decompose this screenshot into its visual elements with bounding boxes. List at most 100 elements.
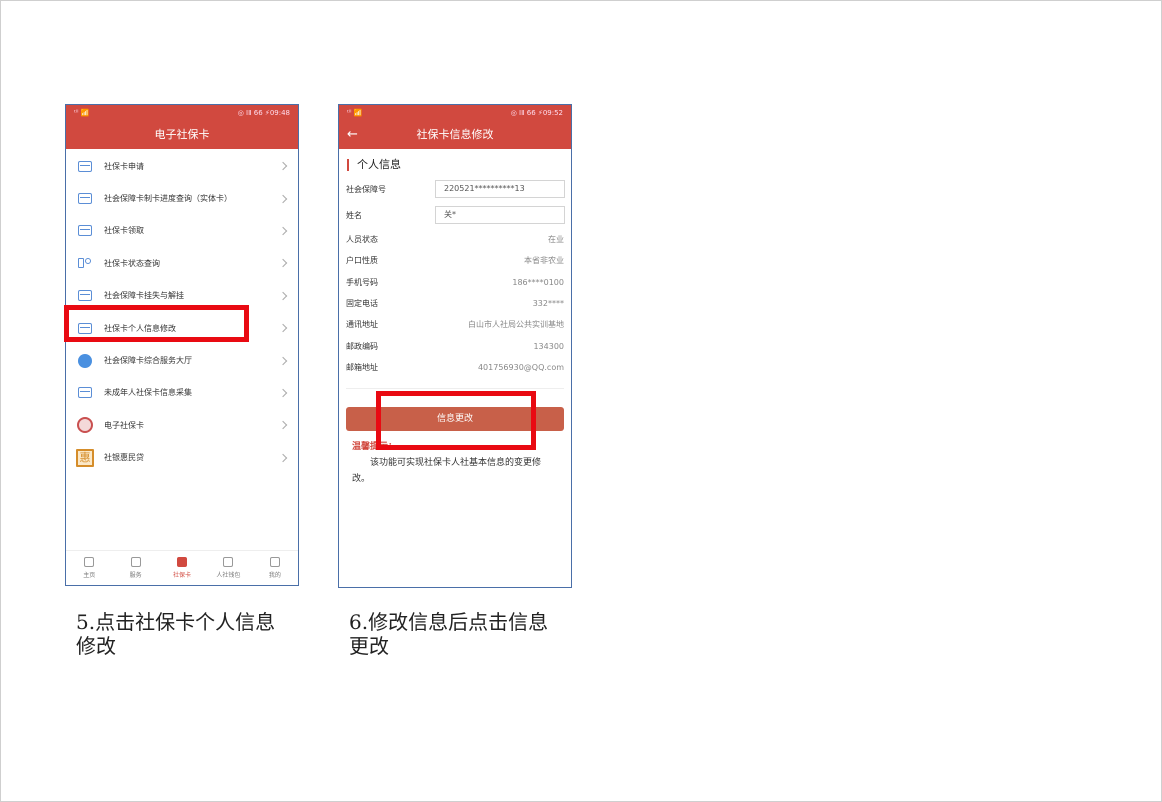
- page-title: 电子社保卡: [154, 128, 210, 141]
- tab-wallet[interactable]: 人社钱包: [205, 551, 251, 585]
- menu-item-label: 未成年人社保卡信息采集: [104, 388, 192, 398]
- back-arrow-icon[interactable]: ←: [347, 121, 358, 149]
- chevron-right-icon: [278, 453, 288, 462]
- info-label: 人员状态: [346, 235, 378, 245]
- phone-screenshot-info-edit: ᵗˡˡ 📶 ◎ ⅠⅡ 66 ⚡09:52 ← 社保卡信息修改 个人信息 社会保障…: [338, 104, 572, 588]
- menu-item-label: 电子社保卡: [104, 420, 144, 430]
- info-rows: 人员状态 在业 户口性质 本省非农业 手机号码 186****0100 固定电话 332…: [339, 229, 571, 378]
- chevron-right-icon: [278, 388, 288, 398]
- status-time: ◎ ⅠⅡ 66 ⚡09:52: [510, 109, 563, 117]
- card-icon: [78, 160, 92, 172]
- info-row: 通讯地址 白山市人社局公共实训基地: [339, 314, 571, 335]
- chevron-right-icon: [278, 161, 288, 171]
- home-icon: [84, 557, 95, 567]
- menu-item-label: 社会保障卡综合服务大厅: [104, 356, 192, 366]
- highlight-box-info-change-button: [376, 391, 536, 450]
- chevron-right-icon: [278, 421, 288, 430]
- tab-label: 服务: [129, 572, 142, 579]
- info-label: 手机号码: [346, 277, 378, 287]
- menu-item-loan[interactable]: 惠社银惠民贷: [66, 442, 298, 474]
- chevron-right-icon: [278, 291, 288, 300]
- page-title: 社保卡信息修改: [416, 128, 494, 141]
- tab-label: 我的: [268, 572, 281, 579]
- chevron-right-icon: [278, 226, 288, 236]
- menu-item-label: 社银惠民贷: [104, 453, 144, 463]
- seal-icon: [77, 417, 93, 434]
- field-label: 姓名: [346, 210, 362, 220]
- status-bar: ᵗˡˡ 📶 ◎ ⅠⅡ 66 ⚡09:52: [339, 105, 571, 121]
- card-tab-icon: [177, 557, 188, 567]
- info-row: 固定电话 332****: [339, 293, 571, 314]
- menu-item-service-hall[interactable]: 社会保障卡综合服务大厅: [66, 344, 298, 376]
- chevron-right-icon: [278, 323, 288, 333]
- highlight-box-personal-info-edit: [64, 305, 249, 342]
- info-value: 134300: [533, 341, 564, 351]
- menu-item-label: 社保卡领取: [104, 226, 144, 236]
- section-title: 个人信息: [347, 159, 571, 171]
- tips-body: 该功能可实现社保卡人社基本信息的变更修改。: [352, 458, 542, 485]
- app-header: ᵗˡˡ 📶 ◎ ⅠⅡ 66 ⚡09:48 电子社保卡: [66, 105, 298, 149]
- info-value: 在业: [548, 235, 564, 245]
- info-label: 邮政编码: [346, 341, 378, 351]
- form-row-ssn: 社会保障号 220521**********13: [339, 177, 571, 201]
- wallet-icon: [223, 557, 234, 567]
- info-value: 401756930@QQ.com: [477, 362, 564, 372]
- info-row: 户口性质 本省非农业: [339, 250, 571, 271]
- info-value: 白山市人社局公共实训基地: [468, 320, 564, 330]
- chevron-right-icon: [278, 259, 288, 268]
- info-value: 332****: [532, 299, 564, 309]
- menu-item-label: 社保卡状态查询: [104, 258, 160, 268]
- card-list-icon: [78, 193, 92, 205]
- card-lock-icon: [78, 290, 92, 302]
- info-label: 邮箱地址: [346, 362, 378, 372]
- menu-item-card-collect[interactable]: 社保卡领取: [66, 215, 298, 247]
- card-icon: [78, 387, 92, 399]
- tab-home[interactable]: 主页: [66, 551, 112, 585]
- status-signal: ᵗˡˡ 📶: [74, 109, 90, 117]
- info-label: 户口性质: [346, 256, 378, 266]
- info-value: 本省非农业: [524, 256, 564, 266]
- chevron-right-icon: [278, 356, 288, 365]
- tab-mine[interactable]: 我的: [252, 551, 298, 585]
- tab-label: 主页: [83, 572, 96, 579]
- chevron-right-icon: [278, 194, 288, 203]
- caption-step-6: 6.修改信息后点击信息更改: [349, 610, 549, 658]
- grid-icon: [130, 557, 141, 567]
- menu-item-e-card[interactable]: 电子社保卡: [66, 409, 298, 441]
- info-row: 邮政编码 134300: [339, 335, 571, 356]
- card-icon: [78, 225, 92, 237]
- info-row: 人员状态 在业: [339, 229, 571, 250]
- menu-item-label: 社会保障卡制卡进度查询（实体卡）: [104, 194, 232, 204]
- menu-item-label: 社保卡申请: [104, 161, 144, 171]
- ssn-input[interactable]: 220521**********13: [435, 180, 565, 198]
- status-bar: ᵗˡˡ 📶 ◎ ⅠⅡ 66 ⚡09:48: [66, 105, 298, 121]
- field-label: 社会保障号: [346, 184, 386, 194]
- divider: [346, 388, 564, 390]
- info-label: 通讯地址: [346, 320, 378, 330]
- tab-label: 人社钱包: [216, 572, 241, 579]
- hall-logo-icon: [78, 353, 92, 368]
- info-value: 186****0100: [512, 277, 564, 287]
- people-icon: [78, 257, 92, 269]
- tab-social-card[interactable]: 社保卡: [159, 551, 205, 585]
- name-input[interactable]: 关*: [435, 206, 565, 224]
- menu-item-label: 社会保障卡挂失与解挂: [104, 291, 184, 301]
- menu-item-card-apply[interactable]: 社保卡申请: [66, 150, 298, 182]
- menu-item-card-progress[interactable]: 社会保障卡制卡进度查询（实体卡）: [66, 182, 298, 214]
- user-icon: [269, 557, 280, 567]
- form-row-name: 姓名 关*: [339, 203, 571, 227]
- caption-step-5: 5.点击社保卡个人信息修改: [76, 610, 276, 658]
- bottom-tab-bar: 主页 服务 社保卡 人社钱包 我的: [66, 550, 298, 585]
- info-row: 邮箱地址 401756930@QQ.com: [339, 357, 571, 378]
- tab-label: 社保卡: [173, 572, 192, 579]
- info-label: 固定电话: [346, 299, 378, 309]
- info-row: 手机号码 186****0100: [339, 272, 571, 293]
- status-time: ◎ ⅠⅡ 66 ⚡09:48: [237, 109, 290, 117]
- tab-services[interactable]: 服务: [112, 551, 158, 585]
- hui-icon: 惠: [76, 448, 94, 467]
- app-header: ᵗˡˡ 📶 ◎ ⅠⅡ 66 ⚡09:52 ← 社保卡信息修改: [339, 105, 571, 149]
- phone-screenshot-social-card-menu: ᵗˡˡ 📶 ◎ ⅠⅡ 66 ⚡09:48 电子社保卡 社保卡申请 社会保障卡制卡…: [65, 104, 299, 586]
- menu-item-card-status[interactable]: 社保卡状态查询: [66, 247, 298, 279]
- status-signal: ᵗˡˡ 📶: [347, 109, 363, 117]
- menu-item-minor-info[interactable]: 未成年人社保卡信息采集: [66, 377, 298, 409]
